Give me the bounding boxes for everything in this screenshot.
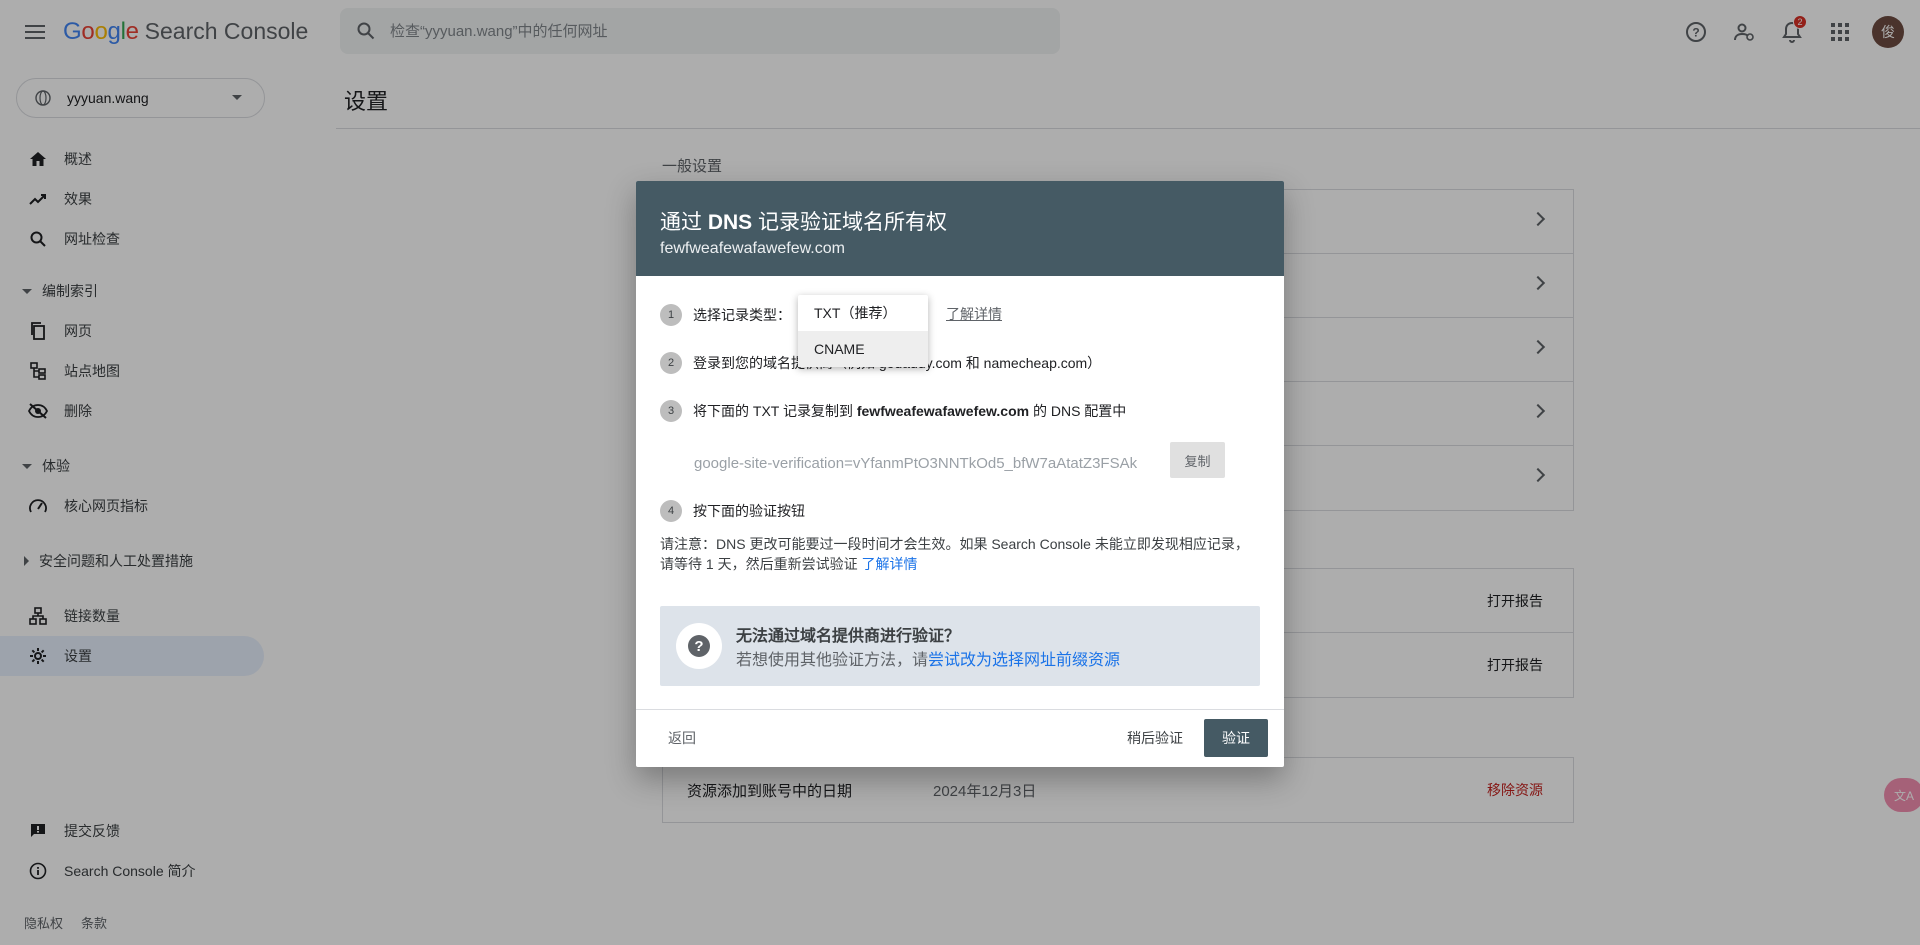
- txt-record-field[interactable]: google-site-verification=vYfanmPtO3NNTkO…: [694, 444, 1164, 482]
- step-number: 4: [660, 500, 682, 522]
- dialog-header: 通过 DNS 记录验证域名所有权 fewfweafewafawefew.com: [636, 181, 1284, 276]
- dns-propagation-note: 请注意：DNS 更改可能要过一段时间才会生效。如果 Search Console…: [660, 534, 1260, 574]
- verify-later-button[interactable]: 稍后验证: [1127, 728, 1183, 748]
- step-3-text: 将下面的 TXT 记录复制到 fewfweafewafawefew.com 的 …: [693, 401, 1126, 421]
- learn-more-link[interactable]: 了解详情: [946, 304, 1002, 324]
- step-1: 1 选择记录类型：: [660, 304, 791, 326]
- note-text: 请注意：DNS 更改可能要过一段时间才会生效。如果 Search Console…: [660, 536, 1249, 572]
- copy-button[interactable]: 复制: [1170, 442, 1225, 478]
- option-txt[interactable]: TXT（推荐）: [798, 295, 928, 331]
- back-button[interactable]: 返回: [668, 728, 696, 748]
- dialog-title-dns: DNS: [707, 211, 753, 234]
- dns-verification-dialog: 通过 DNS 记录验证域名所有权 fewfweafewafawefew.com …: [636, 181, 1284, 767]
- note-learn-more-link[interactable]: 了解详情: [861, 556, 917, 572]
- dialog-domain: fewfweafewafawefew.com: [660, 240, 845, 257]
- verify-button[interactable]: 验证: [1204, 719, 1268, 757]
- record-type-dropdown: TXT（推荐） CNAME: [798, 295, 928, 367]
- alternative-method-box: ? 无法通过域名提供商进行验证？ 若想使用其他验证方法，请尝试改为选择网址前缀资…: [660, 606, 1260, 686]
- alternative-line: 若想使用其他验证方法，请尝试改为选择网址前缀资源: [736, 646, 1120, 670]
- dialog-title-prefix: 通过: [660, 211, 708, 234]
- step-4: 4 按下面的验证按钮: [660, 500, 805, 522]
- dialog-title: 通过 DNS 记录验证域名所有权: [660, 206, 1260, 236]
- question-icon: ?: [688, 635, 710, 657]
- option-cname[interactable]: CNAME: [798, 331, 928, 367]
- step-3: 3 将下面的 TXT 记录复制到 fewfweafewafawefew.com …: [660, 400, 1126, 422]
- step-3-prefix: 将下面的 TXT 记录复制到: [693, 403, 857, 419]
- url-prefix-link[interactable]: 尝试改为选择网址前缀资源: [928, 652, 1120, 669]
- step-4-text: 按下面的验证按钮: [693, 503, 805, 519]
- step-3-suffix: 的 DNS 配置中: [1029, 403, 1127, 419]
- dialog-title-suffix: 记录验证域名所有权: [752, 211, 948, 234]
- step-1-label: 选择记录类型：: [693, 307, 791, 323]
- dialog-footer: 返回 稍后验证 验证: [636, 709, 1284, 767]
- step-3-domain: fewfweafewafawefew.com: [856, 403, 1030, 419]
- help-badge: ?: [676, 623, 722, 669]
- alternative-method-text: 无法通过域名提供商进行验证？ 若想使用其他验证方法，请尝试改为选择网址前缀资源: [736, 622, 1120, 670]
- alternative-prefix: 若想使用其他验证方法，请: [736, 652, 929, 669]
- step-number: 3: [660, 400, 682, 422]
- step-number: 2: [660, 352, 682, 374]
- step-number: 1: [660, 304, 682, 326]
- txt-record-value[interactable]: google-site-verification=vYfanmPtO3NNTkO…: [694, 455, 1164, 472]
- alternative-title: 无法通过域名提供商进行验证？: [736, 628, 961, 645]
